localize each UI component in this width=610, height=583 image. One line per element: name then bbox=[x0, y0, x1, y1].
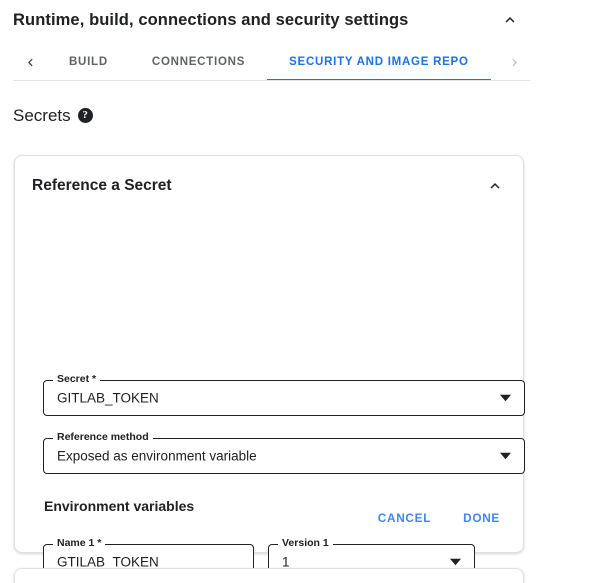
tab-track: BUILD CONNECTIONS SECURITY AND IMAGE REP… bbox=[47, 44, 498, 80]
card-collapse-button[interactable] bbox=[484, 175, 506, 197]
tab-security-and-image-repo[interactable]: SECURITY AND IMAGE REPO bbox=[267, 44, 491, 80]
env-var-version-value: 1 bbox=[282, 554, 290, 570]
card-header[interactable]: Reference a Secret bbox=[15, 156, 523, 216]
env-var-name-value: GTILAB_TOKEN bbox=[57, 554, 159, 570]
tab-bar: BUILD CONNECTIONS SECURITY AND IMAGE REP… bbox=[13, 44, 530, 81]
tabs-scroll-right-button[interactable] bbox=[498, 44, 530, 80]
env-var-name-label: Name 1 * bbox=[53, 538, 106, 549]
help-circle-icon[interactable]: ? bbox=[77, 108, 93, 123]
reference-method-select-label: Reference method bbox=[53, 432, 153, 443]
secrets-heading: Secrets ? bbox=[13, 107, 93, 124]
secret-select[interactable]: Secret * GITLAB_TOKEN bbox=[43, 374, 525, 416]
secrets-heading-label: Secrets bbox=[13, 106, 71, 125]
dropdown-arrow-icon bbox=[500, 452, 511, 460]
section-collapse-button[interactable] bbox=[499, 9, 521, 31]
section-header: Runtime, build, connections and security… bbox=[0, 0, 533, 40]
card-title: Reference a Secret bbox=[32, 177, 172, 195]
reference-method-select[interactable]: Reference method Exposed as environment … bbox=[43, 432, 525, 474]
tabs-scroll-left-button[interactable] bbox=[13, 44, 47, 80]
secret-select-value: GITLAB_TOKEN bbox=[57, 390, 159, 406]
dropdown-arrow-icon bbox=[450, 558, 461, 566]
secret-select-label: Secret * bbox=[53, 374, 101, 385]
next-card-partial bbox=[14, 568, 524, 583]
env-var-version-label: Version 1 bbox=[278, 538, 333, 549]
cancel-button[interactable]: CANCEL bbox=[369, 506, 440, 532]
dropdown-arrow-icon bbox=[500, 394, 511, 402]
tab-build[interactable]: BUILD bbox=[47, 44, 130, 80]
reference-method-select-value: Exposed as environment variable bbox=[57, 448, 257, 464]
done-button[interactable]: DONE bbox=[454, 506, 509, 532]
settings-page: Runtime, build, connections and security… bbox=[0, 0, 610, 583]
page-title: Runtime, build, connections and security… bbox=[13, 10, 409, 29]
reference-a-secret-card: Reference a Secret Secret * GITLAB_TOKEN… bbox=[14, 155, 525, 580]
card-actions: CANCEL DONE bbox=[369, 506, 509, 532]
tab-connections[interactable]: CONNECTIONS bbox=[130, 44, 267, 80]
environment-variables-heading: Environment variables bbox=[44, 498, 195, 514]
